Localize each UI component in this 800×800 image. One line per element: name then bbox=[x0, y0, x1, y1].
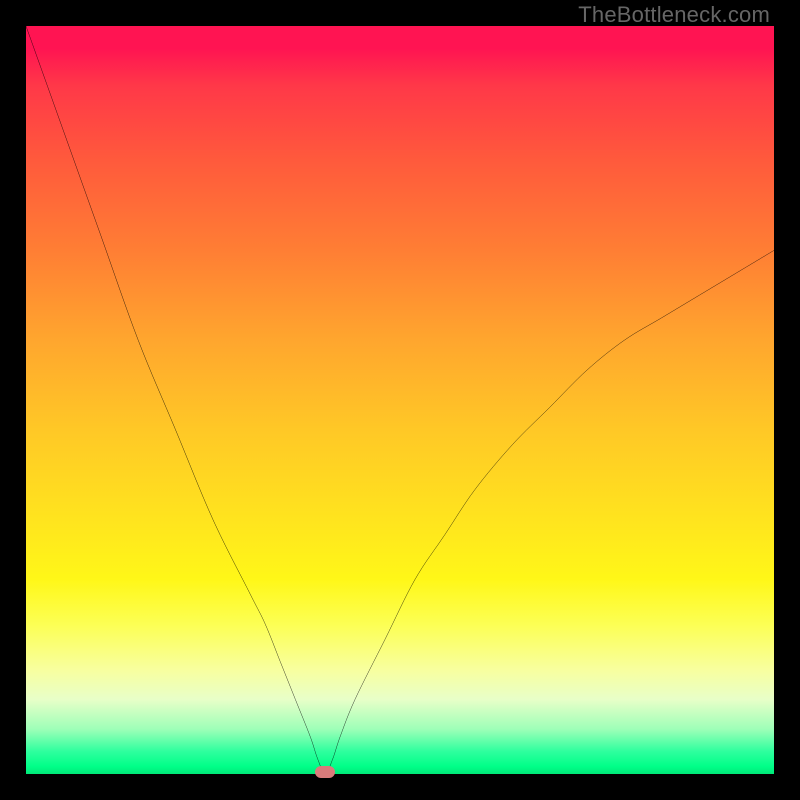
bottleneck-curve bbox=[26, 26, 774, 774]
chart-frame: TheBottleneck.com bbox=[0, 0, 800, 800]
plot-area bbox=[26, 26, 774, 774]
optimal-marker bbox=[315, 766, 335, 778]
attribution-text: TheBottleneck.com bbox=[578, 2, 770, 28]
